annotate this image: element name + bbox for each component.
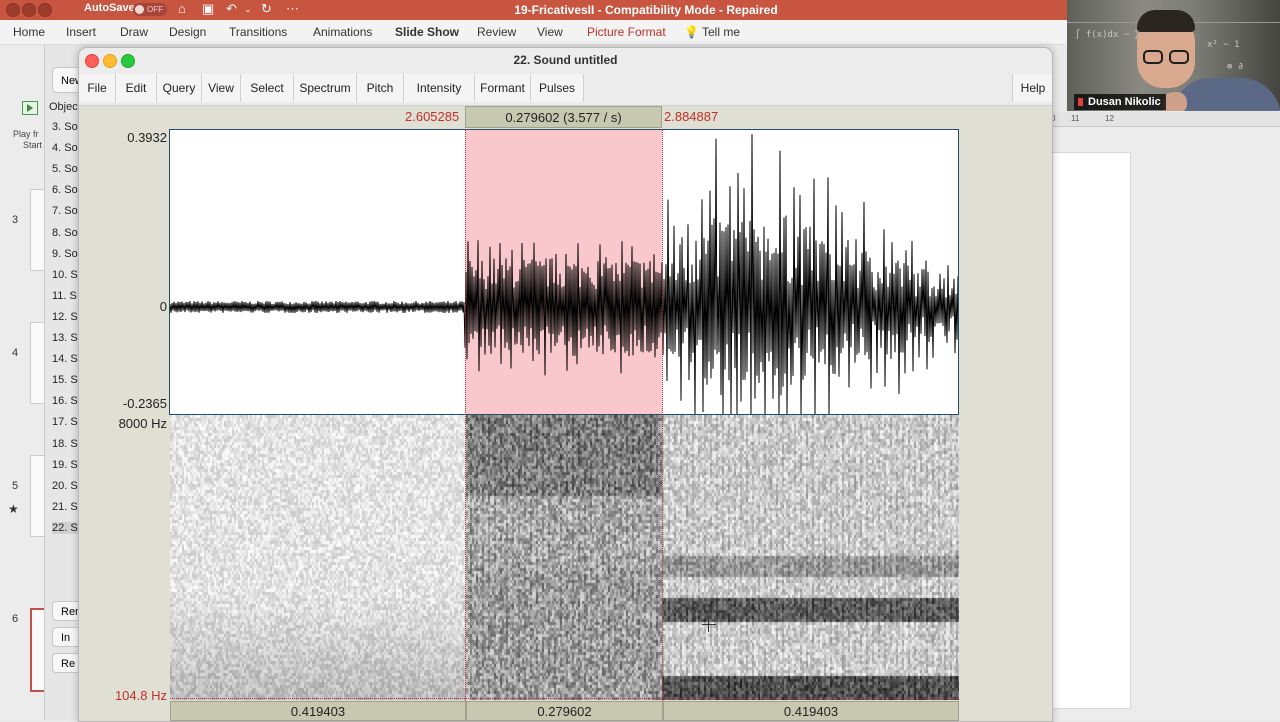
- frequency-max-label: 8000 Hz: [118, 416, 167, 431]
- menu-query[interactable]: Query: [157, 74, 202, 102]
- glasses-icon: [1143, 50, 1191, 64]
- menu-edit[interactable]: Edit: [116, 74, 157, 102]
- play-from-start-label[interactable]: Play fr Start: [13, 129, 42, 151]
- star-icon: ★: [8, 502, 19, 516]
- menu-pitch[interactable]: Pitch: [357, 74, 404, 102]
- waveform-panel[interactable]: [169, 129, 959, 415]
- slide-number: 6: [12, 613, 19, 625]
- selection-duration-box[interactable]: 0.279602 (3.577 / s): [465, 106, 662, 128]
- selection-start-time: 2.605285: [405, 109, 460, 124]
- tab-slide-show[interactable]: Slide Show: [395, 25, 459, 39]
- tab-design[interactable]: Design: [169, 25, 206, 39]
- window-title: 22. Sound untitled: [513, 53, 618, 67]
- tab-home[interactable]: Home: [13, 25, 45, 39]
- menu-view[interactable]: View: [202, 74, 241, 102]
- selection-end-line[interactable]: [662, 129, 663, 701]
- crosshair-cursor-icon: [702, 618, 716, 632]
- selection-end-time: 2.884887: [664, 109, 719, 124]
- spectrogram-image: [170, 415, 959, 700]
- frequency-min-label: 104.8 Hz: [114, 688, 167, 703]
- minimize-window-button[interactable]: [103, 54, 117, 68]
- close-window-button[interactable]: [85, 54, 99, 68]
- chalk-writing: ⊕ ∂: [1227, 62, 1244, 72]
- chalk-writing: ∫ f(x)dx ~ ∑: [1075, 30, 1141, 40]
- praat-menubar: File Edit Query View Select Spectrum Pit…: [79, 72, 1052, 106]
- menu-formant[interactable]: Formant: [475, 74, 531, 102]
- tell-me-search[interactable]: Tell me: [702, 25, 740, 39]
- tab-transitions[interactable]: Transitions: [229, 25, 287, 39]
- segment-after-selection[interactable]: 0.419403: [663, 701, 959, 721]
- tab-insert[interactable]: Insert: [66, 25, 96, 39]
- selection-start-line[interactable]: [465, 129, 466, 701]
- sound-editor-area: 2.605285 0.279602 (3.577 / s) 2.884887 0…: [79, 106, 1052, 721]
- tab-review[interactable]: Review: [477, 25, 516, 39]
- praat-titlebar: 22. Sound untitled: [79, 48, 1052, 73]
- ruler-label: 12: [1105, 114, 1114, 123]
- menu-spectrum[interactable]: Spectrum: [294, 74, 357, 102]
- segment-selection[interactable]: 0.279602: [466, 701, 663, 721]
- menu-pulses[interactable]: Pulses: [531, 74, 584, 102]
- slide-number: 3: [12, 214, 19, 226]
- play-label-line1: Play fr: [13, 129, 39, 139]
- speaker-hand: [1163, 92, 1187, 111]
- slide-canvas[interactable]: [1051, 152, 1131, 709]
- play-from-start-icon[interactable]: [22, 101, 38, 115]
- praat-sound-editor-window: 22. Sound untitled File Edit Query View …: [78, 47, 1053, 722]
- tab-picture-format[interactable]: Picture Format: [587, 25, 666, 39]
- chalk-writing: x² − 1: [1207, 40, 1240, 50]
- tab-animations[interactable]: Animations: [313, 25, 372, 39]
- menu-file[interactable]: File: [79, 74, 116, 102]
- menu-intensity[interactable]: Intensity: [404, 74, 475, 102]
- speaker-hair: [1137, 10, 1195, 32]
- waveform-plot[interactable]: [170, 130, 959, 415]
- maximize-window-button[interactable]: [121, 54, 135, 68]
- tab-draw[interactable]: Draw: [120, 25, 148, 39]
- participant-name: Dusan Nikolic: [1074, 94, 1166, 110]
- menu-select[interactable]: Select: [241, 74, 294, 102]
- webcam-feed: ∫ f(x)dx ~ ∑ x² − 1 ⊕ ∂ Dusan Nikolic: [1067, 0, 1280, 111]
- spectrogram-panel[interactable]: [170, 415, 959, 700]
- horizontal-ruler: 0 11 12: [1051, 112, 1280, 127]
- amplitude-zero-label: 0: [159, 299, 167, 314]
- amplitude-max-label: 0.3932: [127, 130, 167, 145]
- ruler-label: 11: [1071, 114, 1080, 123]
- slide-thumbnail-pane: Play fr Start 3 4 5 ★ 6: [0, 45, 48, 720]
- slide-number: 5: [12, 480, 19, 492]
- lightbulb-icon: 💡: [684, 25, 699, 39]
- tab-view[interactable]: View: [537, 25, 563, 39]
- menu-help[interactable]: Help: [1012, 74, 1052, 102]
- play-label-line2: Start: [23, 140, 43, 150]
- segment-before-selection[interactable]: 0.419403: [170, 701, 466, 721]
- frequency-floor-line: [170, 698, 959, 699]
- amplitude-min-label: -0.2365: [122, 396, 167, 411]
- slide-number: 4: [12, 347, 19, 359]
- slide-editor-area: 0 11 12: [1051, 112, 1280, 720]
